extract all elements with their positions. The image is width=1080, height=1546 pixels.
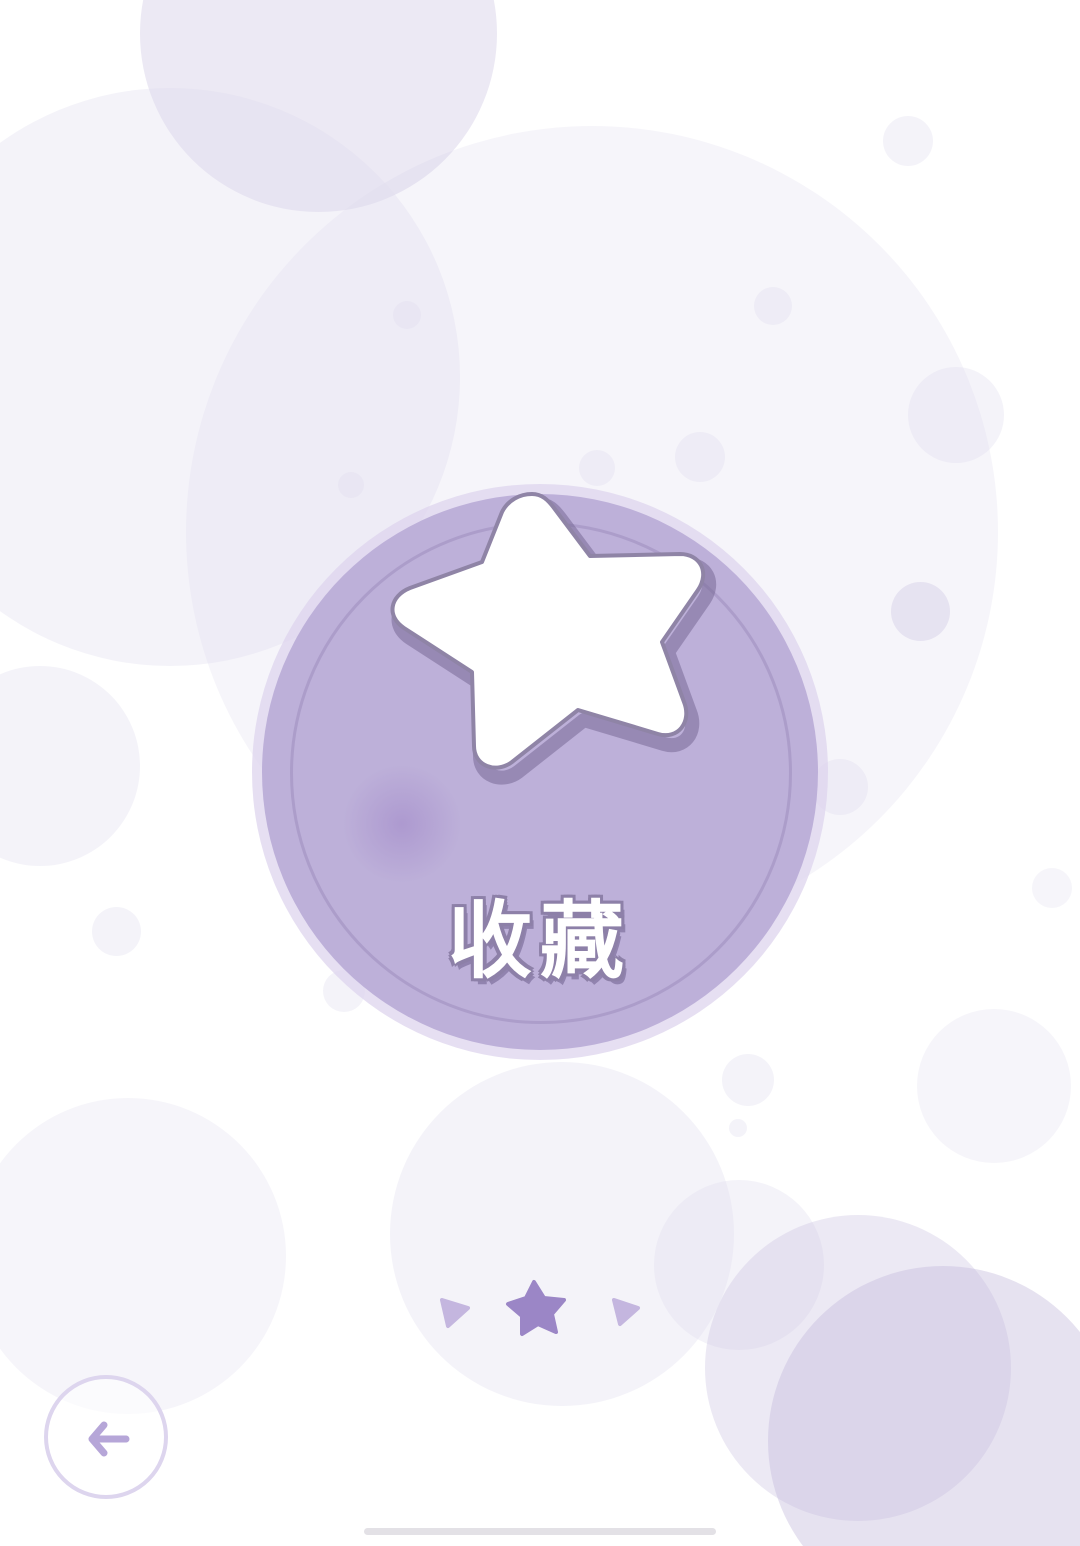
background-bubble	[390, 1062, 734, 1406]
background-bubble	[891, 582, 950, 641]
triangle-right-icon[interactable]	[612, 1298, 640, 1326]
background-bubble	[917, 1009, 1071, 1163]
favorite-button[interactable]: 收藏	[262, 492, 818, 1050]
background-bubble	[812, 759, 868, 815]
page-indicator	[430, 1270, 650, 1350]
arrow-left-icon	[88, 1421, 130, 1457]
background-bubble	[92, 907, 141, 956]
background-bubble	[729, 1119, 747, 1137]
background-bubble	[0, 666, 140, 866]
background-bubble	[705, 1215, 1011, 1521]
triangle-left-icon[interactable]	[440, 1298, 470, 1328]
background-bubble	[654, 1180, 824, 1350]
back-button[interactable]	[44, 1375, 168, 1499]
background-bubble	[768, 1266, 1080, 1546]
star-icon	[390, 492, 717, 785]
background-bubble	[393, 301, 421, 329]
favorite-label: 收藏	[447, 892, 632, 990]
background-bubble	[883, 116, 933, 166]
background-bubble	[754, 287, 792, 325]
screen: 收藏	[0, 0, 1080, 1546]
star-icon[interactable]	[506, 1280, 566, 1336]
background-bubble	[722, 1054, 774, 1106]
home-indicator[interactable]	[364, 1528, 716, 1535]
background-bubble	[0, 1098, 286, 1414]
background-bubble	[140, 0, 497, 212]
background-bubble	[908, 367, 1004, 463]
background-bubble	[1032, 868, 1072, 908]
